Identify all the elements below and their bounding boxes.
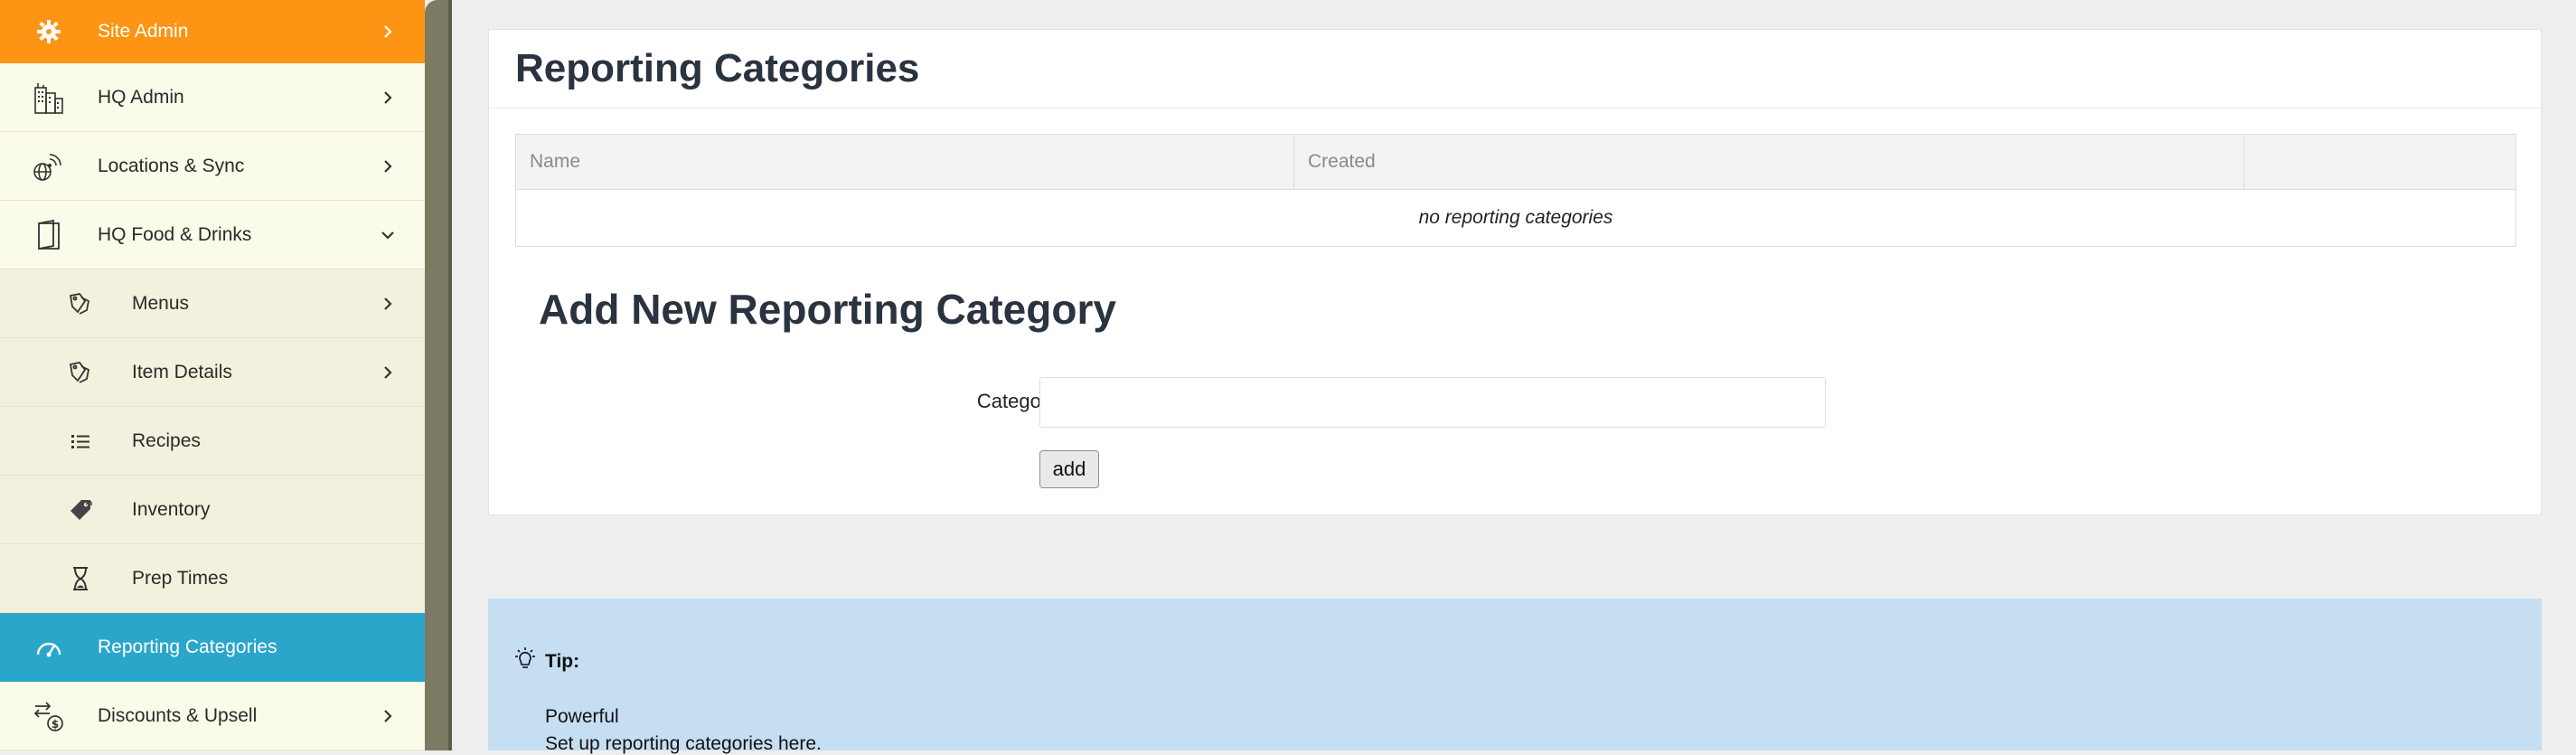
sidebar-item-hq-admin[interactable]: HQ Admin	[0, 63, 425, 132]
sidebar-item-label: Discounts & Upsell	[98, 704, 258, 726]
sidebar-item-hq-food-drinks[interactable]: HQ Food & Drinks	[0, 201, 425, 269]
sidebar-item-recipes[interactable]: Recipes	[0, 407, 425, 476]
book-icon	[31, 217, 67, 253]
table-header-row: Name Created	[515, 134, 2516, 190]
svg-text:$: $	[52, 718, 59, 731]
sidebar-item-label: Reporting Categories	[98, 637, 277, 657]
lightbulb-icon	[512, 646, 539, 673]
tag-icon	[65, 495, 96, 525]
category-name-input[interactable]	[1039, 377, 1826, 428]
sidebar-item-label: Menus	[132, 292, 190, 314]
chevron-right-icon	[380, 364, 396, 381]
chevron-down-icon	[380, 227, 396, 243]
sidebar-item-item-details[interactable]: Item Details	[0, 338, 425, 407]
column-header-created[interactable]: Created	[1293, 134, 2244, 190]
chevron-right-icon	[380, 708, 396, 724]
reporting-categories-table: Name Created no reporting categories	[515, 134, 2516, 247]
sidebar-item-label: Locations & Sync	[98, 155, 245, 176]
sidebar-item-label: HQ Food & Drinks	[98, 223, 252, 245]
chevron-right-icon	[380, 158, 396, 175]
table-row-empty: no reporting categories	[515, 189, 2516, 247]
sidebar-item-reporting-categories[interactable]: Reporting Categories	[0, 613, 425, 682]
sidebar-item-label: Site Admin	[98, 21, 189, 42]
page-title: Reporting Categories	[515, 46, 920, 90]
globe-signal-icon	[31, 148, 67, 184]
hourglass-icon	[65, 563, 96, 594]
sidebar-item-label: Recipes	[132, 429, 201, 451]
sidebar-item-label: HQ Admin	[98, 86, 184, 108]
tip-box: Tip: Powerful Set up reporting categorie…	[488, 599, 2542, 754]
reporting-categories-panel: Reporting Categories Name Created no rep…	[488, 29, 2542, 515]
sidebar-item-menus[interactable]: Menus	[0, 269, 425, 338]
list-icon	[65, 426, 96, 457]
empty-table-message: no reporting categories	[515, 189, 2516, 247]
tags-icon	[65, 357, 96, 388]
exchange-dollar-icon: $	[31, 698, 67, 734]
column-header-name[interactable]: Name	[515, 134, 1294, 190]
sidebar-item-label: Inventory	[132, 498, 211, 520]
chevron-right-icon	[380, 90, 396, 106]
tip-text-line: Powerful	[545, 706, 619, 727]
sidebar-item-discounts-upsell[interactable]: $ Discounts & Upsell	[0, 682, 425, 750]
building-icon	[31, 80, 67, 116]
sidebar-item-locations-sync[interactable]: Locations & Sync	[0, 132, 425, 201]
tags-icon	[65, 288, 96, 319]
sidebar-item-prep-times[interactable]: Prep Times	[0, 544, 425, 613]
sidebar: Site Admin HQ Admin Locations & Sync HQ …	[0, 0, 425, 750]
chevron-right-icon	[380, 296, 396, 312]
add-button[interactable]: add	[1039, 450, 1099, 488]
sidebar-item-inventory[interactable]: Inventory	[0, 476, 425, 544]
gear-badge-icon	[31, 14, 67, 50]
add-category-heading: Add New Reporting Category	[539, 286, 1116, 333]
sidebar-item-label: Prep Times	[132, 567, 229, 589]
sidebar-item-label: Item Details	[132, 361, 232, 382]
sidebar-scrollbar[interactable]	[425, 0, 452, 750]
tip-title: Tip:	[545, 651, 580, 672]
tip-text-line: Set up reporting categories here.	[545, 733, 822, 754]
chevron-right-icon	[380, 24, 396, 40]
title-divider	[489, 108, 2541, 109]
sidebar-item-site-admin[interactable]: Site Admin	[0, 0, 425, 63]
dashboard-icon	[31, 629, 67, 665]
column-header-actions	[2243, 134, 2516, 190]
